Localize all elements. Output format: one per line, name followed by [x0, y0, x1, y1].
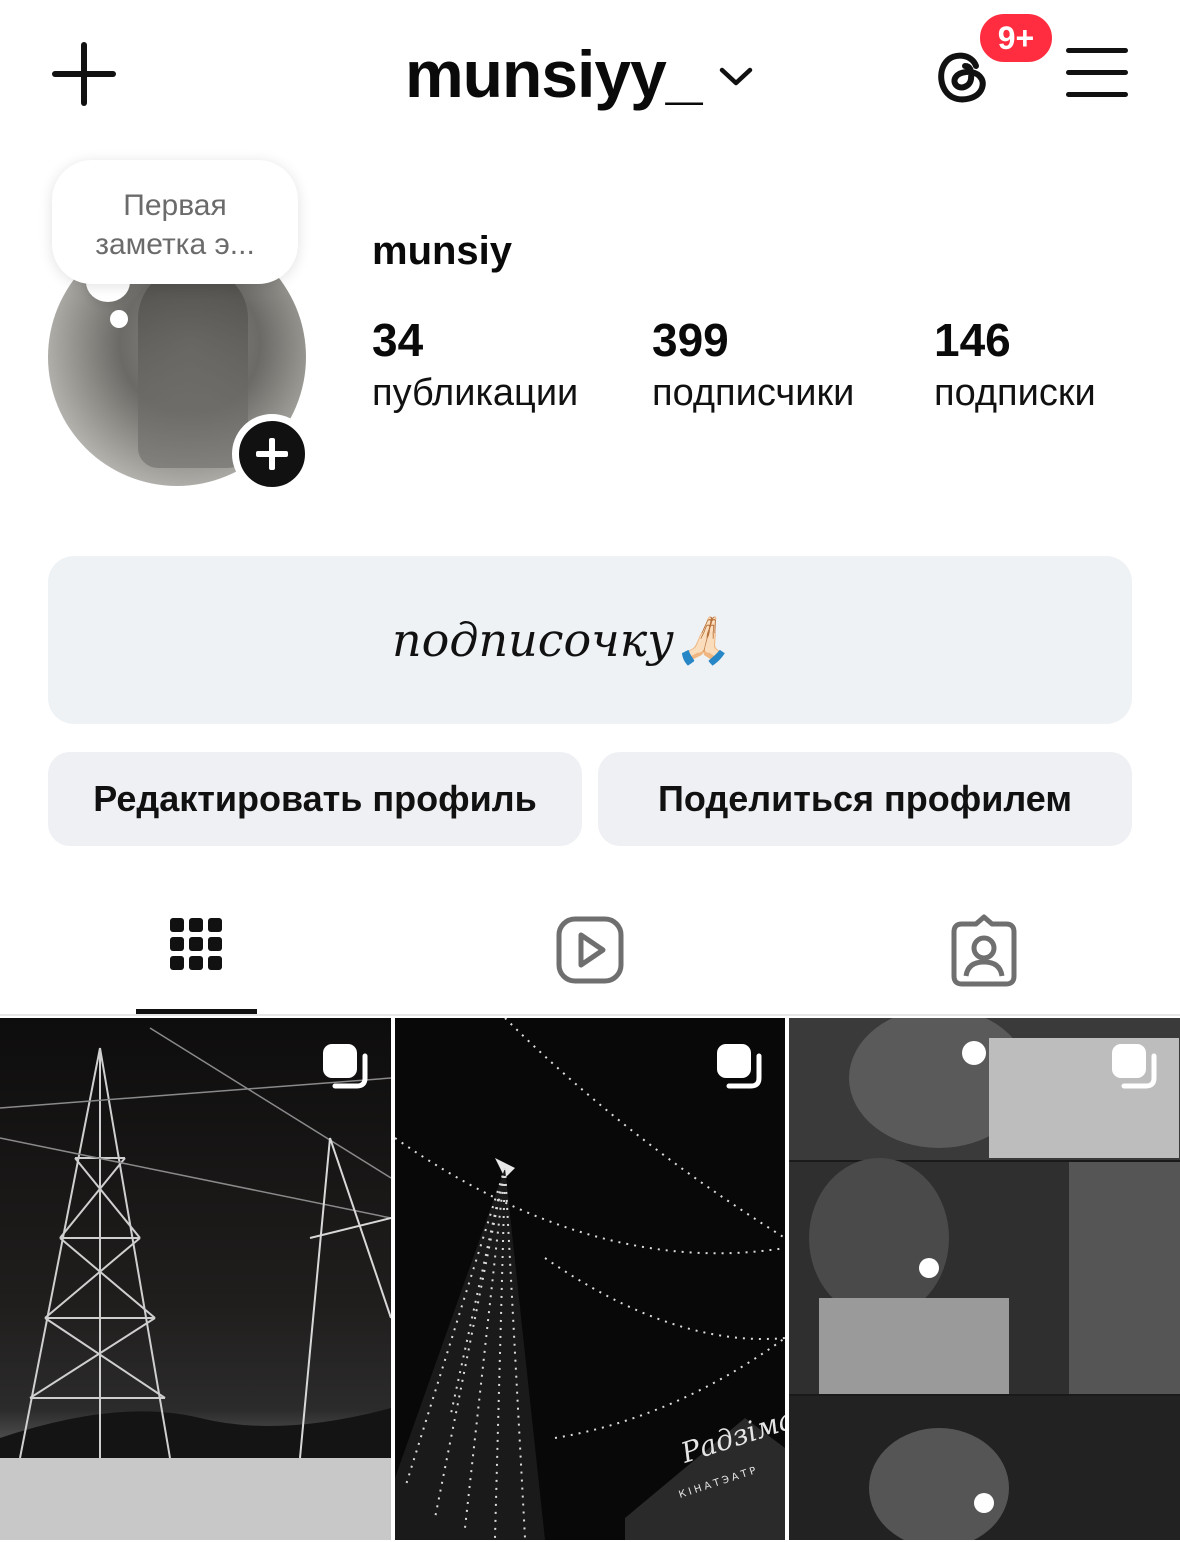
add-story-button[interactable]	[232, 414, 312, 494]
multiple-photos-icon	[1112, 1044, 1157, 1089]
top-bar: munsiyy_ 9+	[0, 0, 1180, 150]
stat-following[interactable]: 146 подписки	[934, 312, 1096, 418]
note-line-2: заметка э...	[95, 228, 255, 261]
bio-text: подписочку🙏🏻	[392, 613, 732, 667]
grid-icon	[170, 918, 222, 970]
plus-icon[interactable]	[52, 42, 116, 106]
multiple-photos-icon	[717, 1044, 762, 1089]
post-image: Радзіма КІНАТЭАТР	[395, 1018, 785, 1540]
tab-posts[interactable]	[136, 900, 256, 1000]
notification-badge: 9+	[976, 10, 1056, 66]
profile-page: munsiyy_ 9+ Первая заметка э... munsiy 3…	[0, 0, 1180, 1542]
stat-value: 34	[372, 314, 424, 366]
note-bubble-dot	[110, 310, 128, 328]
stat-value: 146	[934, 314, 1011, 366]
post-image	[789, 1018, 1180, 1540]
edit-profile-button[interactable]: Редактировать профиль	[48, 752, 582, 846]
stat-label: подписчики	[652, 372, 855, 414]
note-line-1: Первая	[123, 189, 227, 222]
tab-tagged[interactable]	[924, 900, 1044, 1000]
stat-label: подписки	[934, 372, 1096, 414]
chevron-down-icon	[720, 67, 753, 86]
note-bubble[interactable]: Первая заметка э...	[52, 160, 298, 284]
post-image	[0, 1018, 391, 1540]
display-name: munsiy	[372, 229, 513, 273]
stat-followers[interactable]: 399 подписчики	[652, 312, 854, 418]
post-thumbnail[interactable]: Радзіма КІНАТЭАТР	[395, 1018, 785, 1540]
tagged-icon	[951, 914, 1017, 987]
stat-value: 399	[652, 314, 729, 366]
stat-label: публикации	[372, 372, 579, 414]
post-thumbnail[interactable]	[0, 1018, 391, 1540]
menu-icon[interactable]	[1066, 48, 1128, 98]
reels-icon	[556, 916, 624, 984]
share-profile-button[interactable]: Поделиться профилем	[598, 752, 1132, 846]
stat-posts[interactable]: 34 публикации	[372, 312, 578, 418]
username: munsiyy_	[405, 37, 702, 111]
post-thumbnail[interactable]	[789, 1018, 1180, 1540]
tab-reels[interactable]	[530, 900, 650, 1000]
tabs-divider	[0, 1014, 1180, 1016]
multiple-photos-icon	[323, 1044, 368, 1089]
account-switcher[interactable]: munsiyy_	[405, 34, 753, 114]
